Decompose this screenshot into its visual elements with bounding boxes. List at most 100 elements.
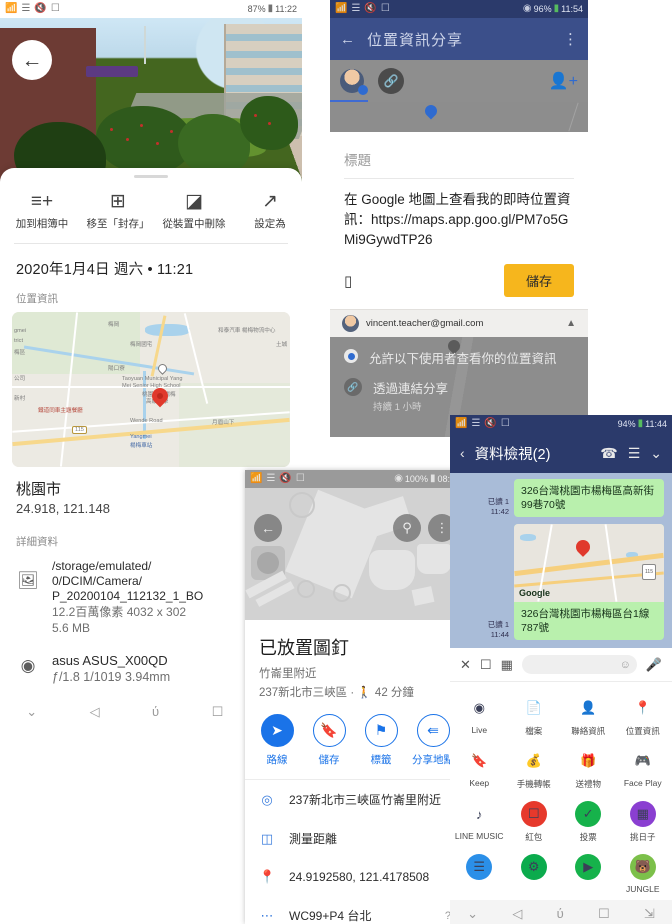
- chevron-down-icon[interactable]: ⌄: [650, 445, 662, 462]
- attachment-label: JUNGLE: [625, 884, 660, 894]
- message-bubble-with-map[interactable]: Google 115 326台灣桃園市楊梅區台1線787號: [514, 524, 664, 640]
- title-input-placeholder[interactable]: 標題: [330, 132, 588, 178]
- home-nav-icon[interactable]: ύ: [152, 705, 159, 718]
- share-battery-text: 96%: [533, 4, 552, 14]
- map-label: 陽口寮: [108, 366, 125, 372]
- back-arrow-icon[interactable]: ←: [340, 31, 355, 48]
- attachment-label: 送禮物: [575, 779, 601, 789]
- emoji-icon[interactable]: ☺: [620, 659, 631, 671]
- attachment-transfer[interactable]: 💰 手機轉帳: [507, 743, 562, 796]
- microphone-icon[interactable]: 🎤: [646, 657, 662, 673]
- save-place-button[interactable]: 🔖 儲存: [303, 714, 355, 767]
- maps-measure-row[interactable]: ◫ 測量距離: [245, 819, 465, 858]
- map-label: 和泰汽車 楊梅物流中心: [218, 328, 276, 334]
- attachment-keep[interactable]: 🔖 Keep: [452, 743, 507, 796]
- line-attachment-grid: ◉ Live 📄 檔案 👤 聯絡資訊 📍 位置資訊 🔖 Keep 💰 手機轉帳 …: [450, 682, 672, 900]
- message-input[interactable]: ☺: [521, 655, 637, 674]
- map-label: Yangmei: [130, 434, 152, 440]
- back-arrow-icon[interactable]: ←: [254, 514, 282, 542]
- attachment-note[interactable]: ☰: [452, 849, 507, 900]
- recents-nav-icon[interactable]: ☐: [598, 907, 610, 920]
- attachment-calendar[interactable]: ▦ 挑日子: [616, 796, 671, 849]
- permission-option-allow[interactable]: 允許以下使用者查看你的位置資訊: [330, 337, 588, 367]
- attachment-faceplay[interactable]: 🎮 Face Play: [616, 743, 671, 796]
- chevron-left-icon[interactable]: ‹: [460, 445, 465, 461]
- google-maps-panel: 📶 ☰ 🔇 ☐ ◉ 100% ▮ 08:46 ← ⚲ ⋮ 已放置圖釘 竹崙里附近…: [245, 470, 465, 924]
- back-nav-icon[interactable]: ◁: [90, 705, 100, 718]
- label-label: 標籤: [370, 754, 392, 766]
- maps-address-row[interactable]: ◎ 237新北市三峽區竹崙里附近: [245, 780, 465, 819]
- account-bar[interactable]: vincent.teacher@gmail.com ▲: [330, 309, 588, 337]
- avatar: [342, 315, 359, 332]
- maps-pluscode-row[interactable]: ⋯ WC99+P4 台北 ?: [245, 896, 465, 924]
- attachment-redenvelope[interactable]: ☐ 紅包: [507, 796, 562, 849]
- share-message-text: 在 Google 地圖上查看我的即時位置資訊：https://maps.app.…: [344, 192, 571, 247]
- close-icon[interactable]: ✕: [460, 657, 471, 673]
- recents-nav-icon[interactable]: ☐: [212, 705, 224, 718]
- attachment-vote[interactable]: ✓ 投票: [561, 796, 616, 849]
- camera-icon[interactable]: ☐: [480, 657, 492, 673]
- attachment-jungle[interactable]: 🐻 JUNGLE: [616, 849, 671, 900]
- tag-icon[interactable]: ▯: [344, 272, 352, 290]
- attachment-gift[interactable]: 🎁 送禮物: [561, 743, 616, 796]
- delete-device-icon: ◪: [185, 191, 203, 212]
- search-icon[interactable]: ⚲: [393, 514, 421, 542]
- attachment-contact[interactable]: 👤 聯絡資訊: [561, 690, 616, 743]
- radio-icon[interactable]: [344, 349, 358, 363]
- line-input-bar: ✕ ☐ ▦ ☺ 🎤: [450, 648, 672, 682]
- screenshot-icon[interactable]: ⇲: [644, 907, 655, 920]
- keyboard-hide-icon[interactable]: ⌄: [26, 705, 37, 718]
- add-to-album-button[interactable]: ≡+ 加到相簿中: [4, 190, 80, 231]
- set-as-button[interactable]: ↗ 設定為: [232, 190, 302, 231]
- permission-option-link[interactable]: 🔗 透過連結分享 持續 1 小時: [330, 367, 588, 413]
- add-person-icon[interactable]: 👤+: [549, 71, 578, 91]
- chevron-up-icon[interactable]: ▲: [566, 318, 576, 329]
- save-button[interactable]: 儲存: [503, 264, 574, 297]
- permission-link-label: 透過連結分享: [373, 382, 449, 396]
- phone-icon[interactable]: ☎: [600, 445, 617, 462]
- attachment-play[interactable]: ▶: [561, 849, 616, 900]
- ruler-icon: ◫: [260, 830, 274, 846]
- back-arrow-icon[interactable]: ←: [12, 40, 52, 80]
- user-avatar[interactable]: [340, 69, 368, 95]
- screenshot-root: 📶 ☰ 🔇 ☐ 87% ▮ 11:22 ← ≡+ 加到相簿中 ⊞ 移至「封存」 …: [0, 0, 672, 924]
- chat-message[interactable]: 已讀 1 11:44 Google 115 326台灣桃園市楊梅區台1線787號: [458, 524, 664, 640]
- directions-button[interactable]: ➤ 路線: [251, 714, 303, 767]
- list-icon[interactable]: ☰: [628, 445, 641, 462]
- overflow-menu-icon[interactable]: ⋮: [563, 30, 578, 48]
- chat-message[interactable]: 已讀 1 11:42 326台灣桃園市楊梅區高新街99巷70號: [458, 479, 664, 517]
- faceplay-icon: 🎮: [634, 753, 651, 768]
- photo-location-map[interactable]: gmei trict 梅區 公司 新村 梅岡 梅岡國宅 陽口寮 Taoyuan …: [12, 312, 290, 467]
- label-button[interactable]: ⚑ 標籤: [355, 714, 407, 767]
- archive-button[interactable]: ⊞ 移至「封存」: [80, 190, 156, 231]
- keep-icon: 🔖: [471, 753, 488, 768]
- attachment-location[interactable]: 📍 位置資訊: [616, 690, 671, 743]
- keyboard-hide-icon[interactable]: ⌄: [467, 907, 478, 920]
- map-label: 月眉山下: [212, 420, 235, 426]
- share-map-strip[interactable]: [330, 102, 588, 132]
- directions-icon: ➤: [260, 714, 294, 747]
- maps-coords-row[interactable]: 📍 24.9192580, 121.4178508: [245, 858, 465, 896]
- attachment-file[interactable]: 📄 檔案: [507, 690, 562, 743]
- maps-battery-text: 100%: [404, 474, 428, 484]
- line-clock: 11:44: [645, 419, 667, 429]
- home-nav-icon[interactable]: ύ: [557, 907, 564, 920]
- share-status-bar: 📶 ☰ 🔇 ☐ ◉ 96% ▮ 11:54: [330, 0, 588, 18]
- attachment-label: 紅包: [525, 832, 543, 842]
- delete-from-device-button[interactable]: ◪ 從裝置中刪除: [156, 190, 232, 231]
- back-nav-icon[interactable]: ◁: [512, 907, 522, 920]
- link-icon[interactable]: 🔗: [378, 68, 404, 94]
- mute-icon: 🔇: [364, 3, 377, 14]
- line-message-list[interactable]: 已讀 1 11:42 326台灣桃園市楊梅區高新街99巷70號 已讀 1 11:…: [450, 473, 672, 648]
- attachment-label: 聯絡資訊: [571, 726, 606, 736]
- archive-label: 移至「封存」: [86, 218, 150, 230]
- attachment-spot[interactable]: ⚙: [507, 849, 562, 900]
- attachment-live[interactable]: ◉ Live: [452, 690, 507, 743]
- maps-coords-text: 24.9192580, 121.4178508: [289, 870, 430, 884]
- share-app-bar: ← 位置資訊分享 ⋮: [330, 18, 588, 60]
- map-label: 土城: [276, 342, 288, 348]
- permission-allow-label: 允許以下使用者查看你的位置資訊: [369, 352, 557, 366]
- maps-placeholder-image[interactable]: ← ⚲ ⋮: [245, 488, 465, 620]
- attachment-music[interactable]: ♪ LINE MUSIC: [452, 796, 507, 849]
- gallery-icon[interactable]: ▦: [501, 657, 513, 673]
